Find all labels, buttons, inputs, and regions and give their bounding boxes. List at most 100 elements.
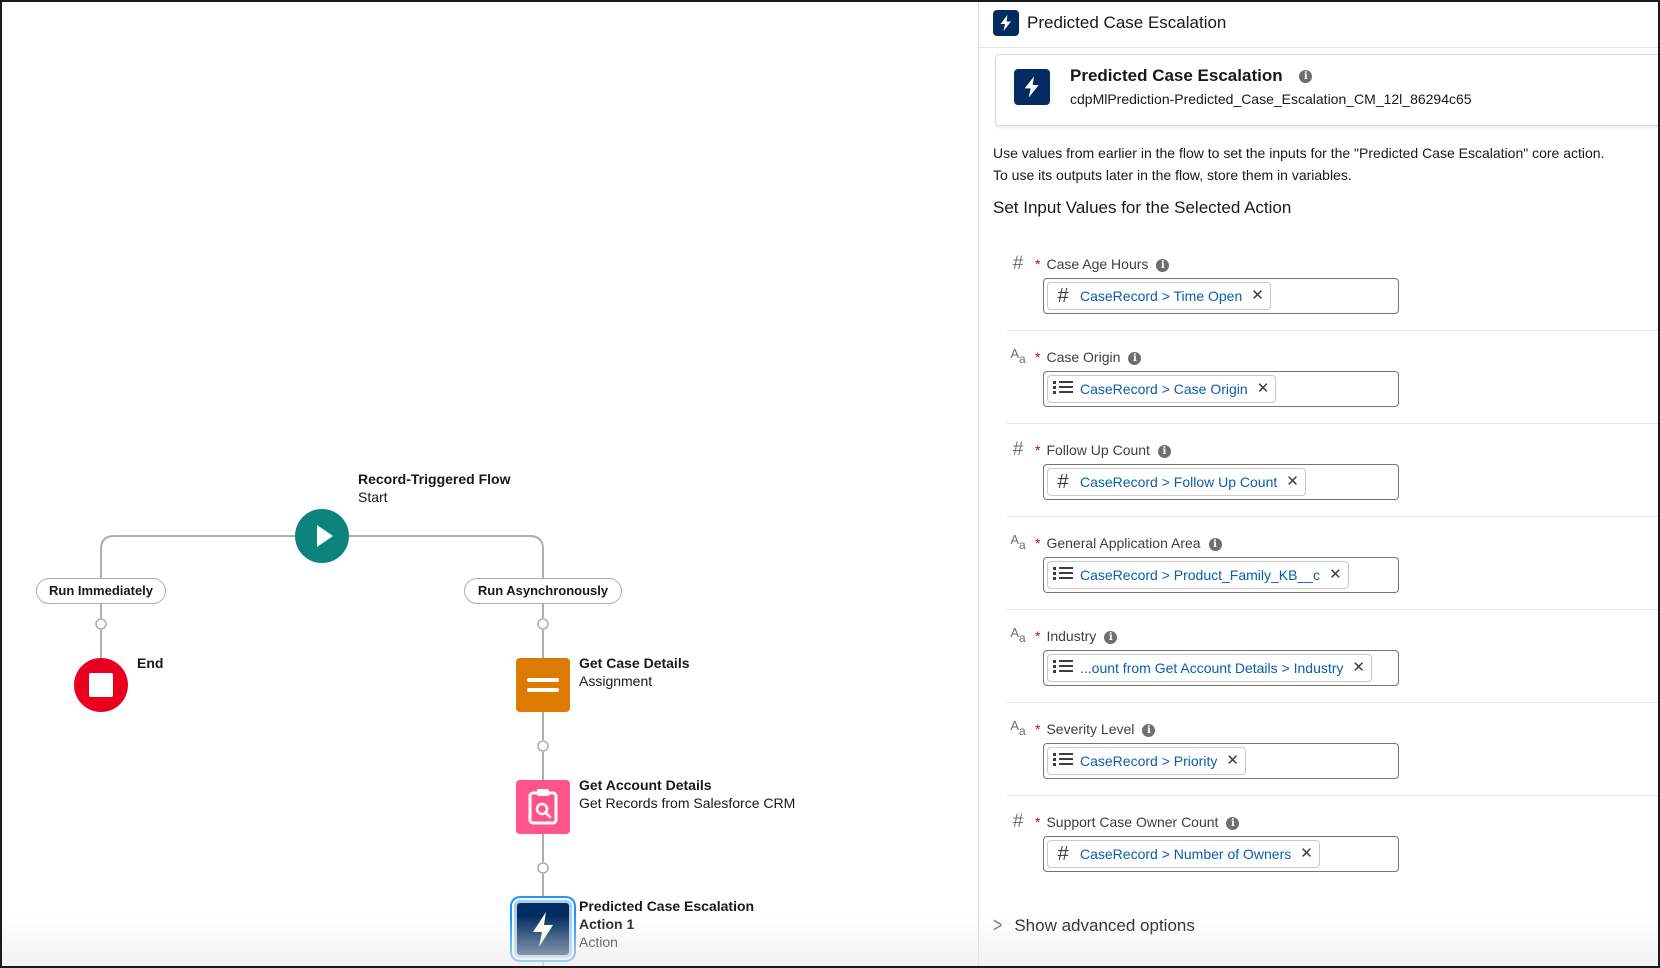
field-label: * Severity Level i: [1035, 721, 1156, 737]
field-label-text: Industry: [1046, 628, 1097, 644]
field-row-follow-up-count: # * Follow Up Count i # CaseRecord > Follo…: [1007, 424, 1658, 517]
field-input[interactable]: CaseRecord > Product_Family_KB__c ✕: [1043, 557, 1399, 593]
field-row-general-application-area: Aa * General Application Area i CaseRecord…: [1007, 517, 1658, 610]
required-marker: *: [1035, 535, 1041, 551]
resource-pill[interactable]: CaseRecord > Priority ✕: [1047, 747, 1246, 775]
action-node[interactable]: [514, 900, 572, 958]
advanced-label: Show advanced options: [1014, 916, 1195, 935]
show-advanced-options-toggle[interactable]: > Show advanced options: [993, 915, 1195, 938]
action-title-line2: Action 1: [579, 916, 635, 932]
action-title-line1: Predicted Case Escalation: [579, 898, 755, 914]
resource-pill[interactable]: CaseRecord > Product_Family_KB__c ✕: [1047, 561, 1349, 589]
number-icon: #: [1012, 811, 1024, 832]
field-input[interactable]: CaseRecord > Case Origin ✕: [1043, 371, 1399, 407]
info-icon[interactable]: i: [1142, 723, 1156, 737]
start-title: Record-Triggered Flow: [358, 471, 511, 487]
clipboard-search-icon: [528, 789, 558, 825]
text-icon: Aa: [1010, 532, 1026, 552]
action-card: Predicted Case Escalation i cdpMlPredict…: [995, 54, 1658, 126]
resource-pill[interactable]: ...ount from Get Account Details > Indus…: [1047, 654, 1372, 682]
end-title: End: [137, 655, 164, 671]
lightning-bolt-icon: [1014, 69, 1050, 105]
resource-pill-label: CaseRecord > Priority: [1080, 753, 1218, 769]
required-marker: *: [1035, 442, 1041, 458]
info-icon[interactable]: i: [1226, 816, 1240, 830]
required-marker: *: [1035, 721, 1041, 737]
number-icon: #: [1012, 439, 1024, 460]
app-window: Record-Triggered Flow Start Run Immediat…: [0, 0, 1660, 968]
card-title-text: Predicted Case Escalation: [1070, 66, 1283, 85]
card-title: Predicted Case Escalation i: [1070, 66, 1313, 86]
info-icon[interactable]: i: [1208, 537, 1222, 551]
field-row-case-origin: Aa * Case Origin i CaseRecord > Case Origi…: [1007, 331, 1658, 424]
field-label-text: Follow Up Count: [1046, 442, 1150, 458]
panel-title: Predicted Case Escalation: [1027, 13, 1227, 32]
end-node[interactable]: [74, 658, 128, 712]
action-node-label: Predicted Case Escalation Action 1 Actio…: [579, 897, 754, 951]
picklist-icon: [1052, 375, 1074, 403]
close-icon[interactable]: ✕: [1352, 654, 1365, 682]
field-label: * General Application Area i: [1035, 535, 1222, 551]
assignment-title: Get Case Details: [579, 655, 690, 671]
field-input[interactable]: CaseRecord > Priority ✕: [1043, 743, 1399, 779]
info-icon[interactable]: i: [1156, 258, 1170, 272]
info-icon[interactable]: i: [1104, 630, 1118, 644]
field-label-text: General Application Area: [1046, 535, 1201, 551]
resource-pill[interactable]: # CaseRecord > Follow Up Count ✕: [1047, 468, 1306, 496]
assignment-node[interactable]: [516, 658, 570, 712]
info-icon[interactable]: i: [1128, 351, 1142, 365]
chevron-right-icon: >: [993, 915, 1003, 938]
end-node-label: End: [137, 654, 163, 672]
start-node[interactable]: [295, 509, 349, 563]
field-row-case-age-hours: # * Case Age Hours i # CaseRecord > Time O…: [1007, 238, 1658, 331]
picklist-icon: [1052, 747, 1074, 775]
field-label-text: Case Age Hours: [1046, 256, 1149, 272]
info-icon[interactable]: i: [1299, 70, 1313, 84]
resource-pill-label: ...ount from Get Account Details > Indus…: [1080, 660, 1344, 676]
resource-pill-label: CaseRecord > Follow Up Count: [1080, 474, 1278, 490]
get-records-node[interactable]: [516, 780, 570, 834]
path-run-asynchronously[interactable]: Run Asynchronously: [464, 578, 622, 604]
path-run-immediately[interactable]: Run Immediately: [36, 578, 166, 604]
resource-pill[interactable]: # CaseRecord > Number of Owners ✕: [1047, 840, 1320, 868]
field-row-support-case-owner-count: # * Support Case Owner Count i # CaseRecor…: [1007, 796, 1658, 889]
field-label: * Support Case Owner Count i: [1035, 814, 1240, 830]
lightning-bolt-icon: [993, 10, 1019, 36]
action-properties-panel: Predicted Case Escalation Predicted Case…: [978, 2, 1658, 966]
field-label: * Case Origin i: [1035, 349, 1142, 365]
field-input[interactable]: # CaseRecord > Follow Up Count ✕: [1043, 464, 1399, 500]
card-api-name: cdpMlPrediction-Predicted_Case_Escalatio…: [1070, 91, 1472, 107]
close-icon[interactable]: ✕: [1329, 561, 1342, 589]
required-marker: *: [1035, 256, 1041, 272]
number-icon: #: [1012, 253, 1024, 274]
field-row-industry: Aa * Industry i ...ount from Get Account D…: [1007, 610, 1658, 703]
description-line-2: To use its outputs later in the flow, st…: [993, 167, 1352, 183]
panel-header: Predicted Case Escalation: [979, 2, 1658, 48]
close-icon[interactable]: ✕: [1300, 840, 1313, 868]
panel-description: Use values from earlier in the flow to s…: [993, 142, 1658, 186]
lightning-bolt-icon: [533, 912, 553, 947]
number-icon: #: [1057, 285, 1069, 307]
resource-pill[interactable]: # CaseRecord > Time Open ✕: [1047, 282, 1271, 310]
flow-canvas[interactable]: Record-Triggered Flow Start Run Immediat…: [2, 2, 978, 966]
picklist-icon: [1052, 561, 1074, 589]
field-label: * Follow Up Count i: [1035, 442, 1171, 458]
close-icon[interactable]: ✕: [1257, 375, 1270, 403]
resource-pill-label: CaseRecord > Number of Owners: [1080, 846, 1292, 862]
number-icon: #: [1057, 843, 1069, 865]
info-icon[interactable]: i: [1157, 444, 1171, 458]
field-input[interactable]: # CaseRecord > Number of Owners ✕: [1043, 836, 1399, 872]
field-label: * Case Age Hours i: [1035, 256, 1170, 272]
field-input[interactable]: ...ount from Get Account Details > Indus…: [1043, 650, 1399, 686]
resource-pill[interactable]: CaseRecord > Case Origin ✕: [1047, 375, 1277, 403]
text-icon: Aa: [1010, 718, 1026, 738]
get-records-node-label: Get Account Details Get Records from Sal…: [579, 776, 795, 812]
close-icon[interactable]: ✕: [1226, 747, 1239, 775]
start-node-label: Record-Triggered Flow Start: [358, 470, 510, 506]
field-input[interactable]: # CaseRecord > Time Open ✕: [1043, 278, 1399, 314]
close-icon[interactable]: ✕: [1286, 468, 1299, 496]
assignment-subtitle: Assignment: [579, 673, 653, 689]
close-icon[interactable]: ✕: [1251, 282, 1264, 310]
text-icon: Aa: [1010, 346, 1026, 366]
field-label-text: Support Case Owner Count: [1046, 814, 1219, 830]
